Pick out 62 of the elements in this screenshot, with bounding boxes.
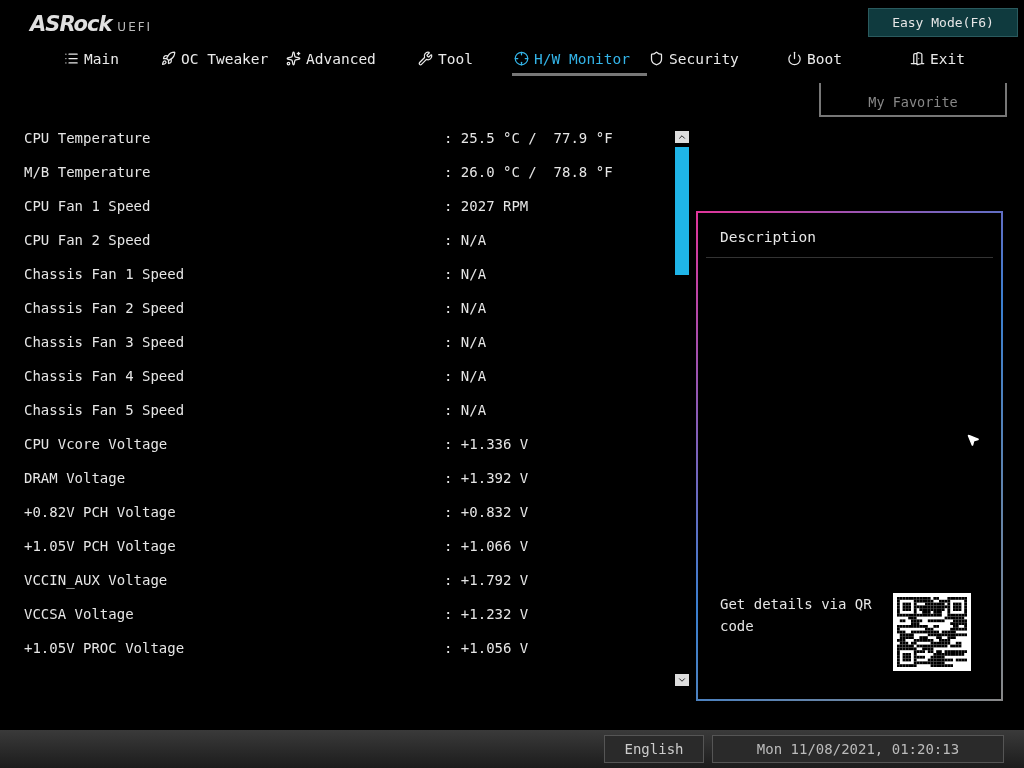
shield-icon (649, 51, 664, 66)
scrollbar-thumb[interactable] (675, 147, 689, 275)
menu-tab[interactable]: H/W Monitor (512, 46, 647, 76)
reading-value: : N/A (444, 300, 487, 316)
reading-label: CPU Temperature (24, 130, 152, 146)
reading-label: VCCSA Voltage (24, 606, 135, 622)
menu-tab[interactable]: Tool (416, 46, 512, 76)
reading-label: DRAM Voltage (24, 470, 127, 486)
menu-tab[interactable]: OC Tweaker (159, 46, 284, 76)
reading-label: M/B Temperature (24, 164, 152, 180)
menu-tab[interactable]: Exit (908, 46, 988, 76)
reading-label: +1.05V PCH Voltage (24, 538, 177, 554)
list-icon (64, 51, 79, 66)
caret-down-icon (677, 675, 687, 685)
qr-hint: Get details via QR code (720, 595, 873, 636)
star-icon (286, 51, 301, 66)
reading-label: +0.82V PCH Voltage (24, 504, 177, 520)
my-favorite-button[interactable]: My Favorite (819, 83, 1007, 117)
reading-value: : 26.0 °C / 78.8 °F (444, 164, 613, 180)
reading-label: Chassis Fan 1 Speed (24, 266, 186, 282)
scroll-up-button[interactable] (675, 131, 689, 143)
reading-value: : +1.792 V (444, 572, 529, 588)
reading-label: Chassis Fan 5 Speed (24, 402, 186, 418)
power-icon (787, 51, 802, 66)
reading-value: : N/A (444, 334, 487, 350)
reading-value: : N/A (444, 368, 487, 384)
description-title: Description (706, 213, 993, 258)
tools-icon (418, 51, 433, 66)
reading-label: VCCIN_AUX Voltage (24, 572, 169, 588)
menu-tab[interactable]: Main (62, 46, 159, 76)
reading-value: : 2027 RPM (444, 198, 529, 214)
reading-value: : +1.336 V (444, 436, 529, 452)
scroll-down-button[interactable] (675, 674, 689, 686)
reading-label: CPU Fan 1 Speed (24, 198, 152, 214)
reading-value: : +1.392 V (444, 470, 529, 486)
mouse-cursor-icon (966, 433, 980, 447)
language-button[interactable]: English (604, 735, 704, 763)
logo-suffix: UEFI (117, 20, 153, 34)
reading-label: CPU Fan 2 Speed (24, 232, 152, 248)
reading-value: : 25.5 °C / 77.9 °F (444, 130, 613, 146)
reading-value: : N/A (444, 402, 487, 418)
reading-value: : +1.056 V (444, 640, 529, 656)
menu-tab[interactable]: Security (647, 46, 785, 76)
reading-value: : N/A (444, 232, 487, 248)
reading-value: : +0.832 V (444, 504, 529, 520)
reading-label: Chassis Fan 2 Speed (24, 300, 186, 316)
door-icon (910, 51, 925, 66)
caret-up-icon (677, 132, 687, 142)
reading-label: CPU Vcore Voltage (24, 436, 169, 452)
reading-value: : +1.066 V (444, 538, 529, 554)
reading-label: Chassis Fan 3 Speed (24, 334, 186, 350)
rocket-icon (161, 51, 176, 66)
crosshair-icon (514, 51, 529, 66)
logo: ASRock (30, 12, 112, 36)
reading-label: +1.05V PROC Voltage (24, 640, 186, 656)
reading-label: Chassis Fan 4 Speed (24, 368, 186, 384)
reading-value: : +1.232 V (444, 606, 529, 622)
reading-value: : N/A (444, 266, 487, 282)
menu-tab[interactable]: Advanced (284, 46, 416, 76)
date-time: Mon 11/08/2021, 01:20:13 (712, 735, 1004, 763)
easy-mode-button[interactable]: Easy Mode(F6) (868, 8, 1018, 37)
menu-tab[interactable]: Boot (785, 46, 908, 76)
